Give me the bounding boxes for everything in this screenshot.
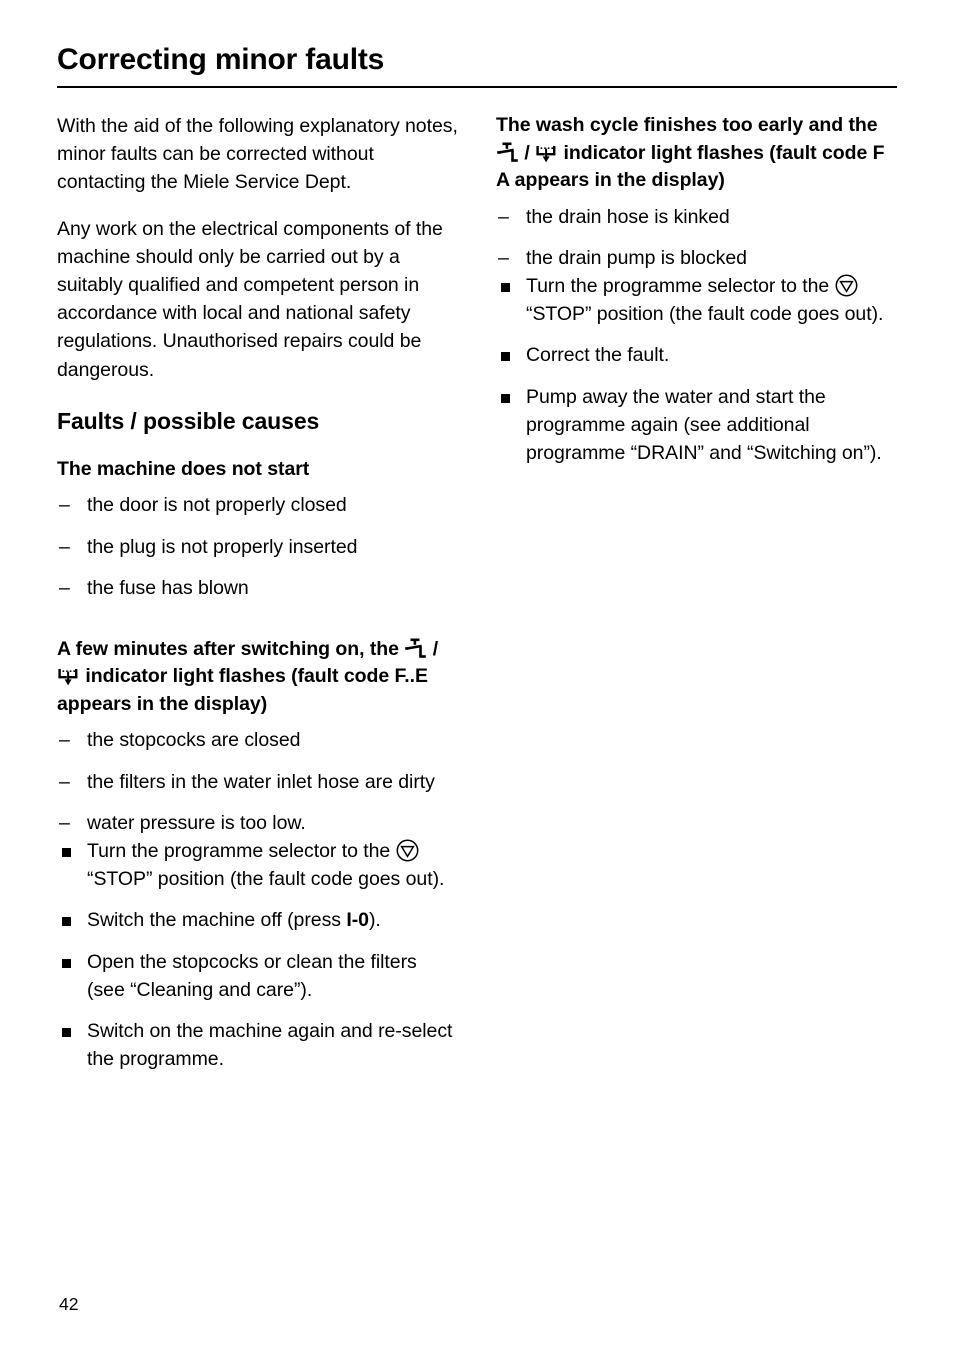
fault-heading-text-part-2: indicator light flashes (fault code F..E… (57, 665, 428, 715)
fault-1-cause-list: – the door is not properly closed – the … (57, 491, 458, 602)
list-item-label: the drain pump is blocked (526, 246, 747, 269)
step-item: Switch on the machine again and re-selec… (57, 1017, 458, 1073)
stop-triangle-icon (396, 839, 419, 862)
list-item: – the drain hose is kinked (496, 203, 897, 231)
button-label-i0: I-0 (346, 909, 369, 932)
step-text: Correct the fault. (526, 344, 670, 367)
list-item-label: the fuse has blown (87, 576, 249, 599)
dash-marker-icon: – (59, 811, 70, 834)
content-columns: With the aid of the following explanator… (57, 112, 897, 1073)
square-bullet-icon (62, 958, 71, 968)
step-item: Pump away the water and start the progra… (496, 383, 897, 468)
list-item-label: water pressure is too low. (87, 811, 306, 834)
tap-icon (496, 142, 519, 163)
list-item-label: the drain hose is kinked (526, 205, 730, 228)
stop-triangle-icon (835, 274, 858, 297)
list-item-label: the plug is not properly inserted (87, 535, 358, 558)
page-number: 42 (59, 1294, 79, 1314)
fault-heading-separator: / (432, 637, 439, 660)
square-bullet-icon (501, 352, 510, 362)
fault-3-step-list: Turn the programme selector to the “STOP… (496, 272, 897, 467)
dash-marker-icon: – (59, 770, 70, 793)
square-bullet-icon (62, 848, 71, 858)
list-item-label: the stopcocks are closed (87, 729, 301, 752)
tap-icon (404, 638, 427, 659)
fault-3-cause-list: – the drain hose is kinked – the drain p… (496, 203, 897, 272)
step-item: Correct the fault. (496, 341, 897, 369)
step-text: Switch on the machine again and re-selec… (87, 1020, 453, 1071)
drain-icon (57, 665, 80, 686)
header-divider (57, 86, 897, 88)
step-text-before-bold: Switch the machine off (press (87, 909, 347, 932)
dash-marker-icon: – (59, 494, 70, 517)
dash-marker-icon: – (59, 729, 70, 752)
dash-marker-icon: – (498, 205, 509, 228)
list-item: – the door is not properly closed (57, 491, 458, 519)
fault-heading-wash-cycle-early: The wash cycle finishes too early and th… (496, 112, 897, 195)
list-item: – the filters in the water inlet hose ar… (57, 768, 458, 796)
square-bullet-icon (501, 282, 510, 292)
step-item: Turn the programme selector to the “STOP… (496, 272, 897, 328)
intro-paragraph-2: Any work on the electrical components of… (57, 217, 443, 381)
step-text-after-icon: “STOP” position (the fault code goes out… (526, 303, 884, 326)
step-text-after-icon: “STOP” position (the fault code goes out… (87, 868, 445, 891)
fault-heading-separator: / (524, 141, 530, 164)
list-item: – the fuse has blown (57, 574, 458, 602)
document-page: Correcting minor faults With the aid of … (0, 0, 954, 1352)
list-item: – the stopcocks are closed (57, 726, 458, 754)
list-item: – water pressure is too low. (57, 809, 458, 837)
step-text-before-icon: Turn the programme selector to the (87, 840, 391, 863)
fault-heading-text-part-1: The wash cycle finishes too early and th… (496, 114, 878, 136)
dash-marker-icon: – (59, 535, 70, 558)
fault-2-cause-list: – the stopcocks are closed – the filters… (57, 726, 458, 837)
page-header: Correcting minor faults (57, 42, 897, 88)
fault-heading-water-inlet: A few minutes after switching on, the / (57, 636, 458, 719)
list-item-label: the door is not properly closed (87, 494, 347, 517)
square-bullet-icon (62, 1028, 71, 1038)
step-item: Open the stopcocks or clean the filters … (57, 948, 458, 1004)
page-title: Correcting minor faults (57, 43, 385, 76)
dash-marker-icon: – (498, 246, 509, 269)
fault-heading-machine-does-not-start: The machine does not start (57, 457, 310, 480)
fault-2-step-list: Turn the programme selector to the “STOP… (57, 837, 458, 1073)
square-bullet-icon (501, 393, 510, 403)
step-text-before-icon: Turn the programme selector to the (526, 274, 830, 297)
step-text: Pump away the water and start the progra… (526, 385, 882, 464)
fault-heading-text-part-1: A few minutes after switching on, the (57, 637, 399, 660)
step-text-after-bold: ). (368, 909, 381, 932)
list-item: – the drain pump is blocked (496, 244, 897, 272)
dash-marker-icon: – (59, 576, 70, 599)
list-item: – the plug is not properly inserted (57, 533, 458, 561)
section-heading-faults: Faults / possible causes (57, 407, 320, 434)
step-item: Turn the programme selector to the “STOP… (57, 837, 458, 893)
step-text: Open the stopcocks or clean the filters … (87, 950, 417, 1001)
square-bullet-icon (62, 917, 71, 927)
step-item: Switch the machine off (press I-0). (57, 906, 458, 934)
drain-icon (535, 142, 558, 163)
right-column: The wash cycle finishes too early and th… (496, 112, 897, 1073)
list-item-label: the filters in the water inlet hose are … (87, 770, 435, 793)
left-column: With the aid of the following explanator… (57, 112, 458, 1073)
intro-paragraph-1: With the aid of the following explanator… (57, 115, 458, 194)
